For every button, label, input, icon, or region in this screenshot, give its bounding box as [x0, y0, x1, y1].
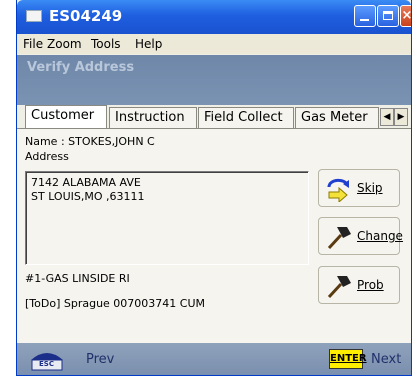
- hammer-icon: [327, 276, 351, 299]
- enter-key-icon[interactable]: ENTER: [329, 349, 367, 369]
- app-window: ES04249 × File Zoom Tools Help Verify Ad…: [16, 0, 412, 376]
- bottom-bar: ESC Prev ENTER Next: [17, 343, 411, 375]
- tab-gas-meter[interactable]: Gas Meter: [295, 107, 379, 128]
- skip-arrow-icon: [327, 178, 349, 202]
- tab-field-collect[interactable]: Field Collect: [198, 107, 294, 128]
- close-button[interactable]: ×: [400, 5, 412, 27]
- address-label: Address: [25, 150, 69, 163]
- address-line-1: 7142 ALABAMA AVE: [31, 176, 141, 189]
- tab-label: Instruction: [115, 110, 185, 125]
- close-icon: ×: [401, 8, 412, 23]
- menu-zoom[interactable]: Zoom: [47, 37, 82, 51]
- tab-label: Customer: [31, 108, 95, 123]
- tab-strip: Customer Instruction Field Collect Gas M…: [17, 105, 411, 128]
- hammer-icon: [327, 227, 351, 250]
- page-title: Verify Address: [27, 60, 135, 75]
- prob-label: Prob: [357, 278, 384, 292]
- next-button[interactable]: Next: [371, 352, 401, 367]
- menu-tools[interactable]: Tools: [91, 37, 121, 51]
- menu-bar: File Zoom Tools Help: [17, 34, 411, 54]
- minimize-button[interactable]: [354, 5, 376, 27]
- chevron-right-icon: ▶: [397, 112, 405, 122]
- skip-label: Skip: [357, 181, 383, 195]
- title-bar[interactable]: ES04249 ×: [17, 0, 411, 34]
- change-label: Change: [357, 229, 403, 243]
- esc-key-icon: [31, 353, 63, 371]
- address-box: 7142 ALABAMA AVE ST LOUIS,MO ,63111: [25, 171, 309, 265]
- customer-panel: Name : STOKES,JOHN C Address 7142 ALABAM…: [17, 128, 411, 344]
- tab-instruction[interactable]: Instruction: [109, 107, 197, 128]
- tab-scroll-left-button[interactable]: ◀: [380, 108, 394, 126]
- maximize-button[interactable]: [377, 5, 399, 27]
- header-strip: Verify Address: [17, 55, 411, 105]
- tab-customer[interactable]: Customer: [25, 105, 107, 128]
- maximize-icon: [383, 11, 393, 20]
- address-line-2: ST LOUIS,MO ,63111: [31, 190, 145, 203]
- menu-help[interactable]: Help: [135, 37, 162, 51]
- window-title: ES04249: [49, 7, 123, 25]
- prev-button[interactable]: Prev: [86, 352, 114, 367]
- esc-button[interactable]: ESC: [29, 346, 65, 372]
- tab-label: Field Collect: [204, 110, 283, 125]
- customer-name: Name : STOKES,JOHN C: [25, 135, 155, 148]
- esc-label: ESC: [39, 360, 54, 368]
- tab-scroll-right-button[interactable]: ▶: [394, 108, 408, 126]
- change-button[interactable]: Change: [318, 217, 403, 255]
- service-line: #1-GAS LINSIDE RI: [25, 272, 130, 285]
- menu-file[interactable]: File: [23, 37, 43, 51]
- tab-label: Gas Meter: [301, 110, 368, 125]
- app-icon: [26, 10, 42, 22]
- prob-button[interactable]: Prob: [318, 266, 400, 304]
- todo-line: [ToDo] Sprague 007003741 CUM: [25, 297, 206, 310]
- chevron-left-icon: ◀: [383, 112, 391, 122]
- skip-button[interactable]: Skip: [318, 169, 400, 207]
- minimize-icon: [360, 19, 369, 21]
